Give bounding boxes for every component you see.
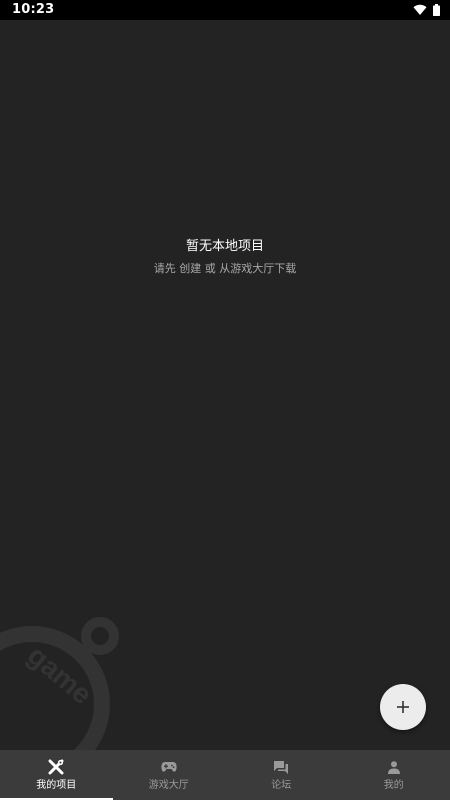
status-time: 10:23 xyxy=(12,2,55,17)
plus-icon xyxy=(397,698,409,717)
nav-label: 论坛 xyxy=(271,780,292,791)
add-project-button[interactable] xyxy=(380,684,426,730)
gamepad-icon xyxy=(161,758,177,776)
tools-icon xyxy=(48,758,64,776)
nav-item-game-hall[interactable]: 游戏大厅 xyxy=(113,750,226,800)
status-icons xyxy=(413,3,440,17)
nav-item-my-projects[interactable]: 我的项目 xyxy=(0,750,113,800)
bottom-nav: 我的项目 游戏大厅 论坛 我的 xyxy=(0,750,450,800)
status-bar: 10:23 xyxy=(0,0,450,20)
nav-label: 我的 xyxy=(383,780,404,791)
nav-item-forum[interactable]: 论坛 xyxy=(225,750,338,800)
person-icon xyxy=(387,758,400,776)
svg-text:game: game xyxy=(22,639,98,710)
battery-icon xyxy=(433,4,440,16)
app-screen: 10:23 暂无本地项目 请先 创建 或 从游戏大厅下载 game 我的项目 游… xyxy=(0,0,450,800)
empty-title: 暂无本地项目 xyxy=(185,239,264,254)
empty-state: 暂无本地项目 请先 创建 或 从游戏大厅下载 xyxy=(0,238,450,276)
forum-icon xyxy=(273,758,289,776)
nav-item-me[interactable]: 我的 xyxy=(338,750,450,800)
nav-label: 我的项目 xyxy=(36,780,77,791)
empty-subtitle: 请先 创建 或 从游戏大厅下载 xyxy=(153,262,297,275)
nav-label: 游戏大厅 xyxy=(148,780,189,791)
game-watermark-logo: game xyxy=(0,617,119,772)
wifi-icon xyxy=(413,4,427,16)
